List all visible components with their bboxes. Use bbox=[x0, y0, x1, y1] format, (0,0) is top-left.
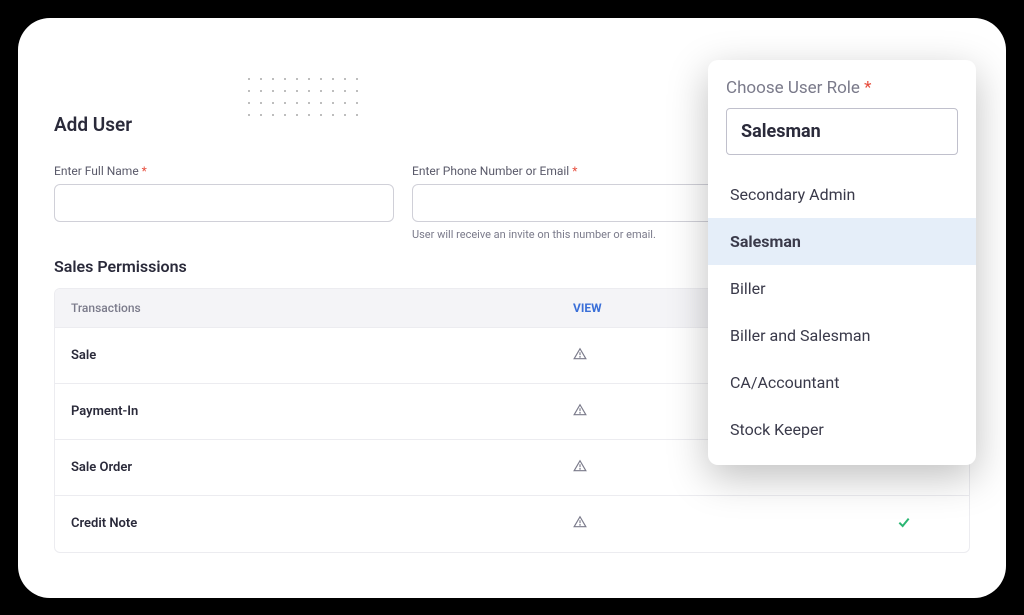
warning-icon bbox=[573, 458, 587, 472]
view-cell[interactable] bbox=[573, 514, 853, 533]
decorative-dots bbox=[248, 78, 358, 116]
popup-option[interactable]: Salesman bbox=[708, 218, 976, 265]
popup-option[interactable]: CA/Accountant bbox=[708, 359, 976, 406]
contact-group: Enter Phone Number or Email * User will … bbox=[412, 164, 752, 241]
transaction-name: Sale bbox=[71, 348, 573, 363]
warning-icon bbox=[573, 402, 587, 416]
required-asterisk: * bbox=[142, 164, 147, 178]
popup-selected-value[interactable]: Salesman bbox=[726, 108, 958, 155]
popup-items: Secondary AdminSalesmanBillerBiller and … bbox=[708, 171, 976, 453]
warning-icon bbox=[573, 514, 587, 528]
popup-label-text: Choose User Role bbox=[726, 78, 860, 98]
popup-option[interactable]: Biller and Salesman bbox=[708, 312, 976, 359]
contact-input[interactable] bbox=[412, 184, 752, 222]
transaction-name: Sale Order bbox=[71, 460, 573, 475]
popup-option[interactable]: Stock Keeper bbox=[708, 406, 976, 453]
extra-cell[interactable] bbox=[853, 514, 953, 534]
required-asterisk: * bbox=[864, 78, 871, 98]
full-name-input[interactable] bbox=[54, 184, 394, 222]
transaction-name: Payment-In bbox=[71, 404, 573, 419]
table-row: Credit Note bbox=[55, 496, 969, 552]
role-popup: Choose User Role * Salesman Secondary Ad… bbox=[708, 60, 976, 465]
full-name-label-text: Enter Full Name bbox=[54, 164, 139, 178]
contact-helper: User will receive an invite on this numb… bbox=[412, 228, 752, 241]
popup-option[interactable]: Biller bbox=[708, 265, 976, 312]
popup-option[interactable]: Secondary Admin bbox=[708, 171, 976, 218]
contact-label-text: Enter Phone Number or Email bbox=[412, 164, 569, 178]
transaction-name: Credit Note bbox=[71, 516, 573, 531]
full-name-label: Enter Full Name * bbox=[54, 164, 394, 178]
col-transactions: Transactions bbox=[71, 301, 573, 315]
check-icon bbox=[896, 514, 910, 528]
full-name-group: Enter Full Name * bbox=[54, 164, 394, 241]
warning-icon bbox=[573, 346, 587, 360]
app-window: Add User Enter Full Name * Enter Phone N… bbox=[18, 18, 1006, 598]
popup-label: Choose User Role * bbox=[708, 78, 976, 108]
contact-label: Enter Phone Number or Email * bbox=[412, 164, 752, 178]
required-asterisk: * bbox=[572, 164, 577, 178]
